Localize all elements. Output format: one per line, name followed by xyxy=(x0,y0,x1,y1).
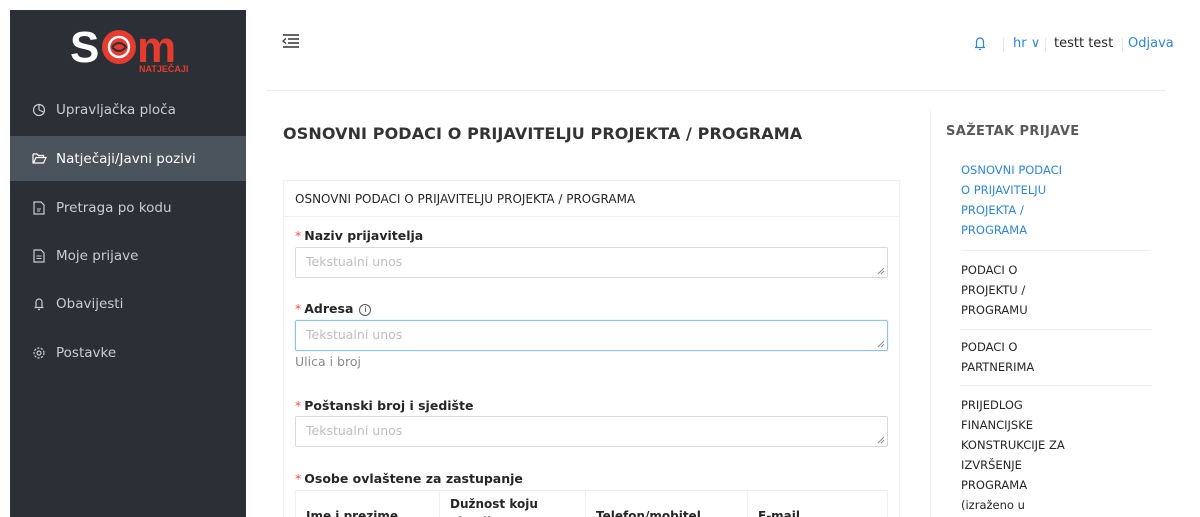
sidebar-item-label: Pretraga po kodu xyxy=(56,199,172,216)
summary-line: FINANCIJSKE xyxy=(961,418,1033,432)
application-summary: SAŽETAK PRIJAVE OSNOVNI PODACI O PRIJAVI… xyxy=(930,110,1166,517)
sidebar: S m NATJEČAJI Upravljačka ploča Natječaj… xyxy=(10,10,246,517)
placeholder-text: Tekstualni unos xyxy=(306,327,403,342)
dashboard-icon xyxy=(31,102,47,118)
language-selector[interactable]: hr ∨ xyxy=(1013,36,1040,51)
divider xyxy=(1122,38,1123,52)
user-name[interactable]: testt test xyxy=(1054,36,1113,51)
representatives-label: * Osobe ovlaštene za zastupanje xyxy=(295,471,523,486)
svg-text:S: S xyxy=(70,23,99,72)
bell-icon xyxy=(31,296,47,312)
sidebar-item-label: Natječaji/Javni pozivi xyxy=(56,150,196,167)
divider xyxy=(1003,38,1004,52)
summary-line: KONSTRUKCIJE ZA xyxy=(961,438,1065,452)
field-label-text: Adresa xyxy=(304,301,354,316)
postal-code-label: * Poštanski broj i sjedište xyxy=(295,398,473,413)
summary-line: PROGRAMU xyxy=(961,303,1028,317)
table-header-email: E-mail xyxy=(758,509,801,517)
file-search-icon xyxy=(31,200,47,216)
resize-handle-icon[interactable] xyxy=(877,267,885,275)
field-label-text: Naziv prijavitelja xyxy=(304,228,424,243)
summary-line: PROGRAMA xyxy=(961,478,1028,492)
sidebar-item-label: Upravljačka ploča xyxy=(56,101,176,118)
required-mark: * xyxy=(295,301,302,316)
gear-icon xyxy=(31,345,47,361)
required-mark: * xyxy=(295,398,302,413)
sidebar-item-label: Postavke xyxy=(56,344,117,361)
page-title: OSNOVNI PODACI O PRIJAVITELJU PROJEKTA /… xyxy=(283,124,803,143)
summary-line: IZVRŠENJE xyxy=(961,458,1022,472)
logout-link[interactable]: Odjava xyxy=(1128,36,1174,51)
summary-item-partners[interactable]: PODACI O PARTNERIMA xyxy=(961,337,1151,377)
sidebar-item-label: Obavijesti xyxy=(56,295,124,312)
applicant-form-card: OSNOVNI PODACI O PRIJAVITELJU PROJEKTA /… xyxy=(283,180,900,517)
table-header-name: Ime i prezime xyxy=(296,491,440,517)
sidebar-item-dashboard[interactable]: Upravljačka ploča xyxy=(10,87,246,132)
field-label-text: Poštanski broj i sjedište xyxy=(304,398,474,413)
required-mark: * xyxy=(295,471,302,486)
required-mark: * xyxy=(295,228,302,243)
notifications-bell-icon[interactable] xyxy=(974,36,988,52)
placeholder-text: Tekstualni unos xyxy=(306,423,403,438)
sidebar-item-notifications[interactable]: Obavijesti xyxy=(10,281,246,326)
postal-code-field[interactable]: Tekstualni unos xyxy=(295,416,888,447)
summary-line: PROJEKTU / xyxy=(961,283,1026,297)
som-logo-icon: S m NATJEČAJI xyxy=(70,23,188,74)
table-header-role: Dužnost koju obavlja xyxy=(440,491,586,517)
divider xyxy=(266,90,1166,91)
logo[interactable]: S m NATJEČAJI xyxy=(10,10,246,82)
svg-text:NATJEČAJI: NATJEČAJI xyxy=(139,63,188,74)
divider xyxy=(961,385,1151,386)
summary-item-applicant[interactable]: OSNOVNI PODACI O PRIJAVITELJU PROJEKTA /… xyxy=(961,160,1151,240)
card-title: OSNOVNI PODACI O PRIJAVITELJU PROJEKTA /… xyxy=(284,181,899,217)
divider xyxy=(1045,38,1046,52)
sidebar-item-label: Moje prijave xyxy=(56,247,139,264)
menu-fold-icon[interactable] xyxy=(282,33,300,49)
summary-title: SAŽETAK PRIJAVE xyxy=(946,124,1080,139)
applicant-name-field[interactable]: Tekstualni unos xyxy=(295,247,888,278)
summary-item-financial[interactable]: PRIJEDLOG FINANCIJSKE KONSTRUKCIJE ZA IZ… xyxy=(961,395,1151,515)
document-icon xyxy=(31,248,47,264)
summary-line: PROGRAMA xyxy=(961,223,1028,237)
table-header-phone: Telefon/mobitel xyxy=(586,491,748,517)
divider xyxy=(961,329,1151,330)
address-label: * Adresa i xyxy=(295,301,372,316)
sidebar-item-code-search[interactable]: Pretraga po kodu xyxy=(10,185,246,230)
summary-line: (izraženo u xyxy=(961,498,1025,512)
summary-line: OSNOVNI PODACI xyxy=(961,163,1063,177)
field-label-text: Osobe ovlaštene za zastupanje xyxy=(304,471,523,486)
placeholder-text: Tekstualni unos xyxy=(306,254,403,269)
representatives-table: Ime i prezime Dužnost koju obavlja Telef… xyxy=(295,490,888,517)
folder-open-icon xyxy=(31,151,47,167)
summary-line: PRIJEDLOG xyxy=(961,398,1023,412)
summary-line: PARTNERIMA xyxy=(961,360,1035,374)
info-icon[interactable]: i xyxy=(359,304,372,316)
summary-line: PROJEKTA / xyxy=(961,203,1024,217)
address-field[interactable]: Tekstualni unos xyxy=(295,320,888,351)
summary-line: O PRIJAVITELJU xyxy=(961,183,1047,197)
page-gutter xyxy=(0,0,10,517)
top-header: hr ∨ testt test Odjava xyxy=(246,10,1200,78)
summary-item-project[interactable]: PODACI O PROJEKTU / PROGRAMU xyxy=(961,260,1151,320)
page-gutter xyxy=(1185,0,1200,517)
resize-handle-icon[interactable] xyxy=(877,340,885,348)
sidebar-item-settings[interactable]: Postavke xyxy=(10,330,246,375)
sidebar-item-my-applications[interactable]: Moje prijave xyxy=(10,233,246,278)
summary-line: PODACI O xyxy=(961,340,1018,354)
summary-line: PODACI O xyxy=(961,263,1018,277)
sidebar-item-tenders[interactable]: Natječaji/Javni pozivi xyxy=(10,136,246,181)
address-hint: Ulica i broj xyxy=(295,354,361,369)
applicant-name-label: * Naziv prijavitelja xyxy=(295,228,423,243)
resize-handle-icon[interactable] xyxy=(877,436,885,444)
divider xyxy=(961,250,1151,251)
